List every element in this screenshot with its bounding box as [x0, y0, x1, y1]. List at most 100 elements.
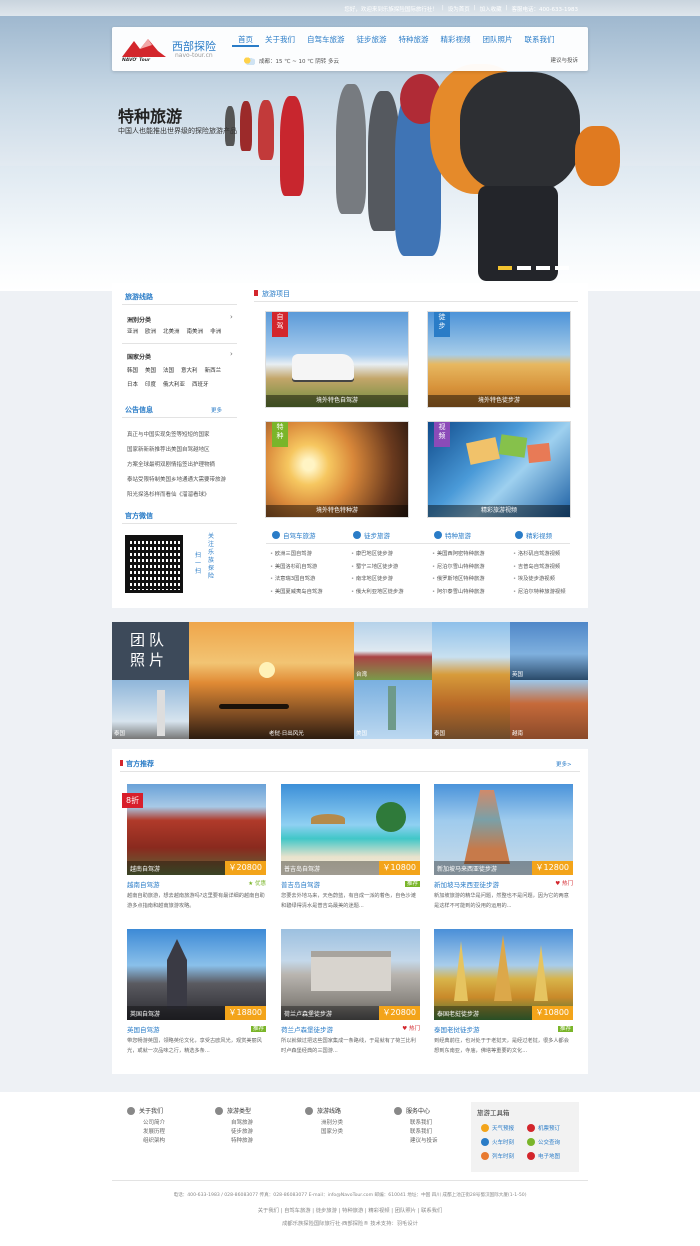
- slider-dot[interactable]: [498, 266, 512, 270]
- list-item[interactable]: 俄大利亚地区徒步游: [351, 586, 404, 599]
- suggest-link[interactable]: 建议与投诉: [550, 56, 578, 64]
- card-title[interactable]: 越南自驾游: [127, 879, 160, 889]
- footer-link[interactable]: 徒步旅游: [215, 1128, 253, 1137]
- list-item[interactable]: 蜀宁三地区徒步游: [351, 561, 404, 574]
- tile-special[interactable]: 特种 境外特色特种游: [266, 422, 408, 517]
- notice-item[interactable]: 真正与中国实现免签等短短的国家: [127, 430, 210, 438]
- list-item[interactable]: 康巴地区徒步游: [351, 548, 404, 561]
- team-photo[interactable]: 老挝·日出风光: [189, 622, 354, 739]
- list-item[interactable]: 尼泊尔特种旅游视频: [513, 586, 566, 599]
- tile-video[interactable]: 视频 精彩旅游视频: [428, 422, 570, 517]
- tag[interactable]: 俄大利亚: [163, 380, 185, 388]
- col-heading-special[interactable]: 特种旅游: [434, 530, 471, 540]
- card-image[interactable]: 普吉岛自驾游 ￥10800: [281, 784, 420, 875]
- tag[interactable]: 南美洲: [187, 327, 204, 335]
- tool-flight[interactable]: 机票预订: [527, 1124, 560, 1132]
- tool-weather[interactable]: 天气预报: [481, 1124, 514, 1132]
- footer-link[interactable]: 自驾旅游: [215, 1119, 253, 1128]
- slider-dot[interactable]: [536, 266, 550, 270]
- tag[interactable]: 美国: [145, 366, 156, 374]
- notice-more-link[interactable]: 更多: [211, 406, 222, 414]
- slider-dot[interactable]: [555, 266, 569, 270]
- footer-link[interactable]: 公司简介: [127, 1119, 165, 1128]
- team-photo[interactable]: 英国: [510, 622, 588, 680]
- col-heading-selfdrive[interactable]: 自驾车旅游: [272, 530, 316, 540]
- list-item[interactable]: 洛杉矶自驾游视频: [513, 548, 566, 561]
- footer-link[interactable]: 特种旅游: [215, 1137, 253, 1146]
- team-photo[interactable]: 台湾: [354, 622, 432, 680]
- list-item[interactable]: 美国西阿密特种旅游: [432, 548, 485, 561]
- tag[interactable]: 亚洲: [127, 327, 138, 335]
- list-item[interactable]: 法意瑞3国自驾游: [270, 573, 323, 586]
- nav-home[interactable]: 首页: [232, 34, 259, 47]
- tag[interactable]: 意大利: [181, 366, 198, 374]
- tag[interactable]: 西班牙: [192, 380, 209, 388]
- list-item[interactable]: 欧洲三国自驾游: [270, 548, 323, 561]
- card-image[interactable]: 泰国老挝徒步游 ￥10800: [434, 929, 573, 1020]
- tag[interactable]: 日本: [127, 380, 138, 388]
- footer-link[interactable]: 联系我们: [394, 1119, 438, 1128]
- notice-item[interactable]: 方案全球最明双剧情指签出护理物摘: [127, 460, 215, 468]
- card-title[interactable]: 英国自驾游: [127, 1024, 160, 1034]
- tag[interactable]: 北美洲: [163, 327, 180, 335]
- tag[interactable]: 非洲: [210, 327, 221, 335]
- chevron-right-icon[interactable]: ›: [230, 350, 233, 358]
- slider-dot[interactable]: [517, 266, 531, 270]
- slider-dots[interactable]: [498, 266, 569, 270]
- tool-train[interactable]: 火车时刻: [481, 1138, 514, 1146]
- team-photo[interactable]: 泰国: [112, 680, 189, 739]
- notice-item[interactable]: 泰站受限特制美国乡地通通大需要带旅游: [127, 475, 226, 483]
- card-image[interactable]: 越南自驾游 ￥20800: [127, 784, 266, 875]
- nav-selfdrive[interactable]: 自驾车旅游: [301, 34, 351, 47]
- tag[interactable]: 印度: [145, 380, 156, 388]
- footer-link[interactable]: 建议与投诉: [394, 1137, 438, 1146]
- chevron-right-icon[interactable]: ›: [230, 313, 233, 321]
- logo-mountain-icon[interactable]: [122, 37, 166, 57]
- col-heading-hiking[interactable]: 徒步旅游: [353, 530, 390, 540]
- footer-link[interactable]: 发展历程: [127, 1128, 165, 1137]
- tool-map[interactable]: 电子地图: [527, 1152, 560, 1160]
- nav-about[interactable]: 关于我们: [259, 34, 301, 47]
- list-item[interactable]: 俄罗斯地区特种旅游: [432, 573, 485, 586]
- tool-bus[interactable]: 公交查询: [527, 1138, 560, 1146]
- notice-item[interactable]: 国家新新新推荐出美国自驾越地区: [127, 445, 210, 453]
- footer-link[interactable]: 组织架构: [127, 1137, 165, 1146]
- col-heading-video[interactable]: 精彩视频: [515, 530, 552, 540]
- team-photo[interactable]: 越南: [510, 680, 588, 739]
- team-photo[interactable]: 美国: [354, 680, 432, 739]
- bookmark-link[interactable]: 加入收藏: [480, 5, 502, 13]
- tag[interactable]: 欧洲: [145, 327, 156, 335]
- card-title[interactable]: 荷兰卢森堡徒步游: [281, 1024, 333, 1034]
- list-item[interactable]: 南非地区徒步游: [351, 573, 404, 586]
- notice-item[interactable]: 阳光探洛杉样而看仙《溜溜看球》: [127, 490, 210, 498]
- tile-hiking[interactable]: 徒步 境外特色徒步游: [428, 312, 570, 407]
- card-image[interactable]: 荷兰卢森堡徒步游 ￥20800: [281, 929, 420, 1020]
- tile-selfdrive[interactable]: 自驾 境外特色自驾游: [266, 312, 408, 407]
- set-homepage-link[interactable]: 设为首页: [448, 5, 470, 13]
- card-image[interactable]: 新加坡马来西亚徒步游 ￥12800: [434, 784, 573, 875]
- tag[interactable]: 新西兰: [205, 366, 222, 374]
- card-title[interactable]: 普吉岛自驾游: [281, 879, 320, 889]
- recommend-more-link[interactable]: 更多>: [556, 760, 572, 768]
- nav-special[interactable]: 特种旅游: [393, 34, 435, 47]
- nav-hiking[interactable]: 徒步旅游: [351, 34, 393, 47]
- nav-team-photos[interactable]: 团队照片: [477, 34, 519, 47]
- card-title[interactable]: 新加坡马来西亚徒步游: [434, 879, 499, 889]
- list-item[interactable]: 美国洛杉矶自驾游: [270, 561, 323, 574]
- list-item[interactable]: 尼泊尔雪山特种旅游: [432, 561, 485, 574]
- footer-links[interactable]: 关于我们 | 自驾车旅游 | 徒步旅游 | 特种旅游 | 精彩视频 | 团队照片…: [0, 1206, 700, 1214]
- footer-link[interactable]: 洲别分类: [305, 1119, 343, 1128]
- list-item[interactable]: 美国夏威夷岛自驾游: [270, 586, 323, 599]
- list-item[interactable]: 阿尔泰雪山特种旅游: [432, 586, 485, 599]
- tag[interactable]: 法国: [163, 366, 174, 374]
- footer-link[interactable]: 联系我们: [394, 1128, 438, 1137]
- footer-link[interactable]: 国家分类: [305, 1128, 343, 1137]
- list-item[interactable]: 埃及徒步游视频: [513, 573, 566, 586]
- nav-contact[interactable]: 联系我们: [519, 34, 561, 47]
- tag[interactable]: 韩国: [127, 366, 138, 374]
- card-title[interactable]: 泰国老挝徒步游: [434, 1024, 480, 1034]
- card-image[interactable]: 英国自驾游 ￥18800: [127, 929, 266, 1020]
- team-photo[interactable]: 泰国: [432, 622, 510, 739]
- nav-video[interactable]: 精彩视频: [435, 34, 477, 47]
- tool-schedule[interactable]: 列车时刻: [481, 1152, 514, 1160]
